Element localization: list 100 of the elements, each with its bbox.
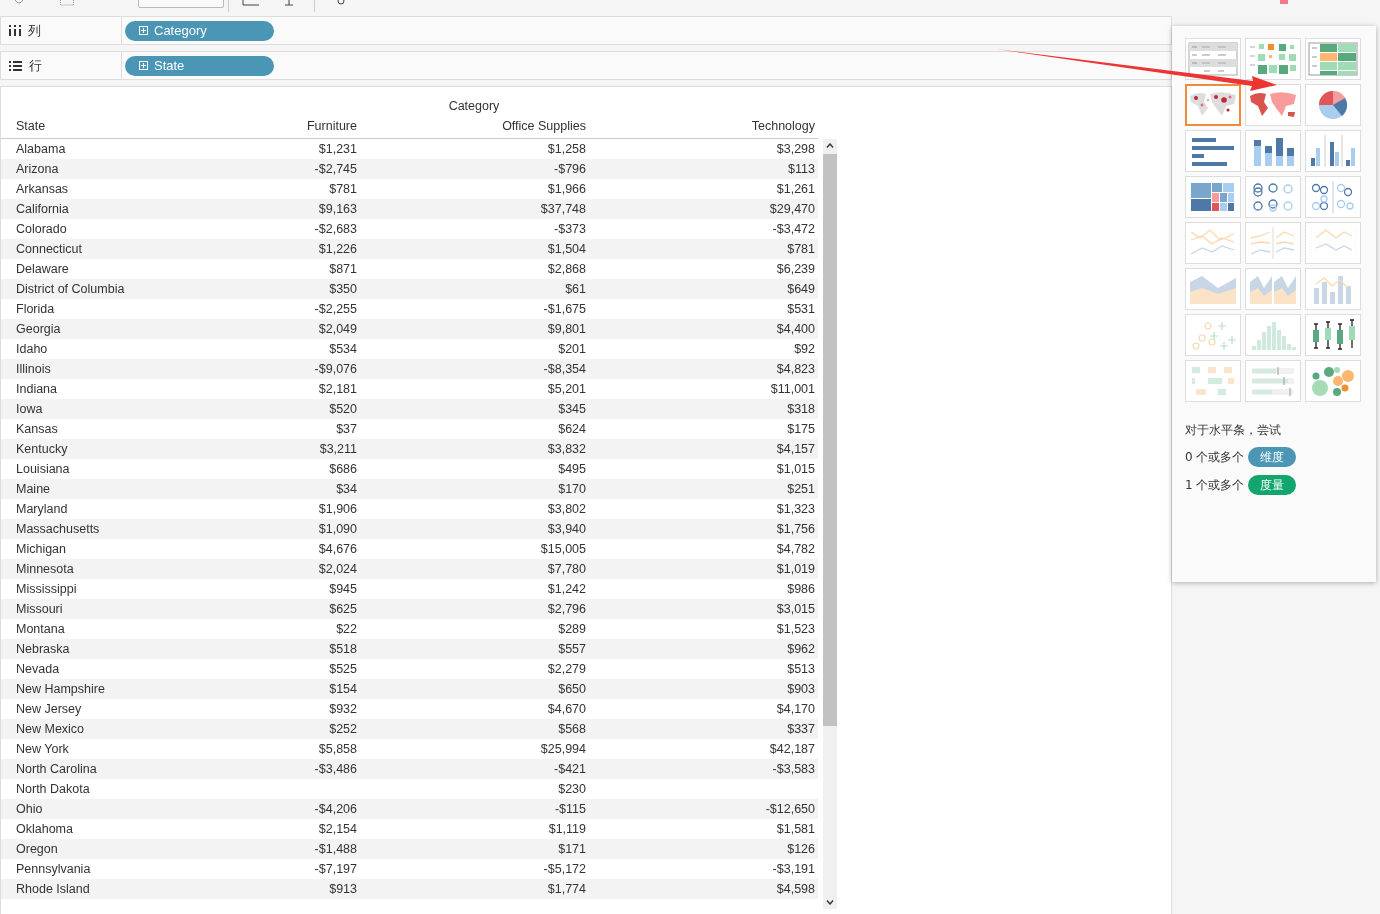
value-cell: -$3,472: [772, 222, 815, 236]
value-cell: $3,211: [319, 442, 357, 456]
value-cell: $37,748: [540, 202, 586, 216]
state-cell-text: Louisiana: [15, 462, 71, 476]
heat-map-icon: [1248, 42, 1298, 76]
field-pill[interactable]: State: [125, 55, 274, 76]
state-cell-text: Maryland: [15, 502, 69, 516]
value-cell: $350: [329, 282, 357, 296]
value-cell: $1,581: [776, 822, 815, 836]
value-cell: $154: [329, 682, 357, 696]
value-cell: $9,163: [318, 202, 357, 216]
value-cell: $4,400: [776, 322, 815, 336]
value-cell: $2,279: [547, 662, 586, 676]
value-cell: $531: [787, 302, 815, 316]
value-cell: $1,966: [547, 182, 586, 196]
value-cell: $1,015: [776, 462, 815, 476]
value-cell: -$3,583: [772, 762, 815, 776]
value-cell: $4,598: [776, 882, 815, 896]
value-cell: $525: [329, 662, 357, 676]
scroll-up-icon[interactable]: [826, 143, 834, 148]
state-cell-text: Mississippi: [15, 582, 78, 596]
value-cell: $1,226: [318, 242, 357, 256]
value-cell: $1,231: [318, 142, 357, 156]
expand-icon: [139, 26, 148, 35]
scrollbar[interactable]: [823, 139, 837, 909]
state-cell-text: Montana: [15, 622, 66, 636]
value-cell: $1,119: [548, 822, 586, 836]
value-cell: $9,801: [547, 322, 586, 336]
grid-icon[interactable]: [60, 0, 74, 6]
state-cell-text: District of Columbia: [15, 282, 126, 296]
state-cell-text: Rhode Island: [15, 882, 91, 896]
value-cell: $650: [558, 682, 586, 696]
legend-swatch-icon: [1280, 0, 1288, 4]
scroll-down-icon[interactable]: [826, 900, 834, 905]
value-cell: $3,940: [547, 522, 586, 536]
state-cell-text: Maine: [15, 482, 52, 496]
value-cell: $1,090: [318, 522, 357, 536]
value-cell: $252: [329, 722, 357, 736]
state-cell-text: Kansas: [15, 422, 59, 436]
value-cell: $2,181: [318, 382, 357, 396]
value-cell: $513: [787, 662, 815, 676]
state-cell-text: Pennsylvania: [15, 862, 92, 876]
field-type-pill: 维度: [1248, 447, 1297, 467]
value-cell: -$8,354: [543, 362, 586, 376]
value-cell: $2,868: [547, 262, 586, 276]
state-cell-text: Oklahoma: [15, 822, 74, 836]
value-cell: $2,024: [318, 562, 357, 576]
value-cell: -$5,172: [543, 862, 586, 876]
chart-type-button[interactable]: [1185, 84, 1241, 126]
value-cell: $4,157: [776, 442, 815, 456]
dropdown-field[interactable]: [138, 0, 224, 8]
value-cell: $3,802: [547, 502, 586, 516]
value-cell: $4,170: [776, 702, 815, 716]
value-cell: $557: [558, 642, 586, 656]
value-cell: $913: [329, 882, 357, 896]
column-header: Technology: [750, 119, 815, 135]
scrollbar-thumb[interactable]: [823, 154, 837, 726]
value-cell: $4,670: [547, 702, 586, 716]
state-cell-text: Michigan: [15, 542, 68, 556]
state-cell-text: California: [15, 202, 70, 216]
value-cell: $686: [329, 462, 357, 476]
value-cell: $7,780: [547, 562, 586, 576]
value-cell: $318: [787, 402, 815, 416]
chart-icon[interactable]: [242, 0, 260, 6]
value-cell: $6,239: [776, 262, 815, 276]
state-cell-text: Arkansas: [15, 182, 70, 196]
state-cell-text: Arizona: [15, 162, 60, 176]
value-cell: -$1,488: [314, 842, 357, 856]
state-cell-text: Colorado: [15, 222, 68, 236]
field-pill[interactable]: Category: [125, 20, 274, 41]
value-cell: $29,470: [769, 202, 815, 216]
value-cell: $1,242: [547, 582, 586, 596]
value-cell: $1,019: [776, 562, 815, 576]
state-cell-text: Indiana: [15, 382, 58, 396]
value-cell: $1,523: [776, 622, 815, 636]
state-cell-text: New York: [15, 742, 70, 756]
value-cell: $649: [787, 282, 815, 296]
requirement-text: 0 个或多个: [1185, 448, 1245, 466]
state-cell-text: Kentucky: [15, 442, 69, 456]
value-cell: -$12,650: [765, 802, 815, 816]
state-cell-text: Alabama: [15, 142, 67, 156]
column-header: Furniture: [305, 119, 357, 135]
value-cell: -$796: [554, 162, 586, 176]
value-cell: $175: [787, 422, 815, 436]
value-cell: $1,258: [547, 142, 586, 156]
value-cell: -$2,255: [314, 302, 357, 316]
value-cell: $5,201: [547, 382, 586, 396]
value-cell: -$421: [554, 762, 586, 776]
pill-label: State: [154, 58, 185, 73]
state-cell-text: Connecticut: [15, 242, 83, 256]
value-cell: $903: [787, 682, 815, 696]
value-cell: $230: [558, 782, 586, 796]
column-group-header: Category: [448, 99, 500, 113]
value-cell: $15,005: [540, 542, 586, 556]
value-cell: $37: [336, 422, 357, 436]
value-cell: $251: [787, 482, 815, 496]
value-cell: $518: [329, 642, 357, 656]
state-cell-text: Illinois: [15, 362, 52, 376]
value-cell: -$373: [554, 222, 586, 236]
value-cell: $4,782: [776, 542, 815, 556]
